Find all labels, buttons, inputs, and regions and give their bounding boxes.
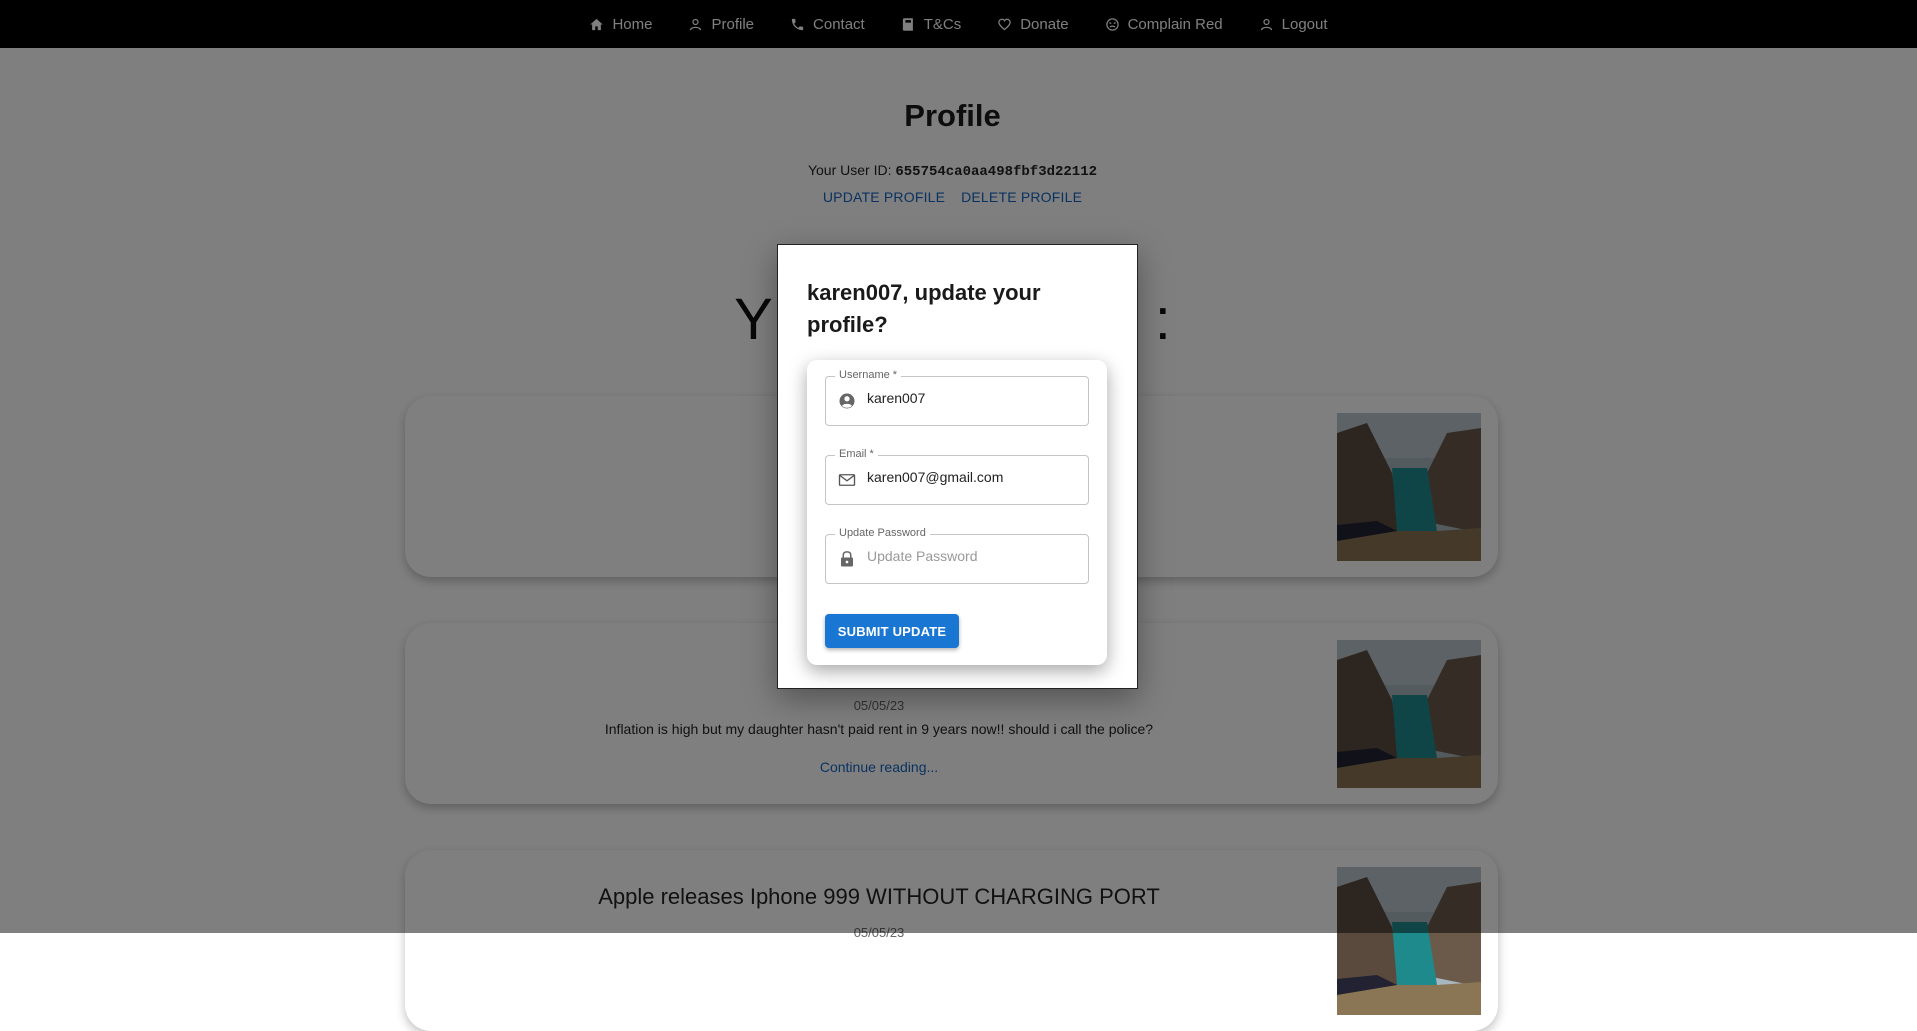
email-field[interactable]: Email * (825, 448, 1089, 505)
email-label: Email * (835, 448, 878, 460)
username-input[interactable] (867, 390, 1077, 406)
account-circle-icon (839, 393, 855, 409)
password-input[interactable] (867, 548, 1077, 564)
username-field[interactable]: Username * (825, 369, 1089, 426)
dialog-title: karen007, update your profile? (807, 280, 1041, 337)
email-input[interactable] (867, 469, 1077, 485)
username-label: Username * (835, 369, 902, 381)
update-profile-dialog: karen007, update your profile? Username … (777, 244, 1138, 689)
update-profile-form: Username * Email * Update Password (807, 360, 1107, 665)
submit-update-button[interactable]: SUBMIT UPDATE (825, 614, 959, 648)
password-field[interactable]: Update Password (825, 527, 1089, 584)
mail-icon (838, 474, 856, 486)
password-label: Update Password (835, 527, 930, 539)
lock-icon (841, 551, 853, 567)
